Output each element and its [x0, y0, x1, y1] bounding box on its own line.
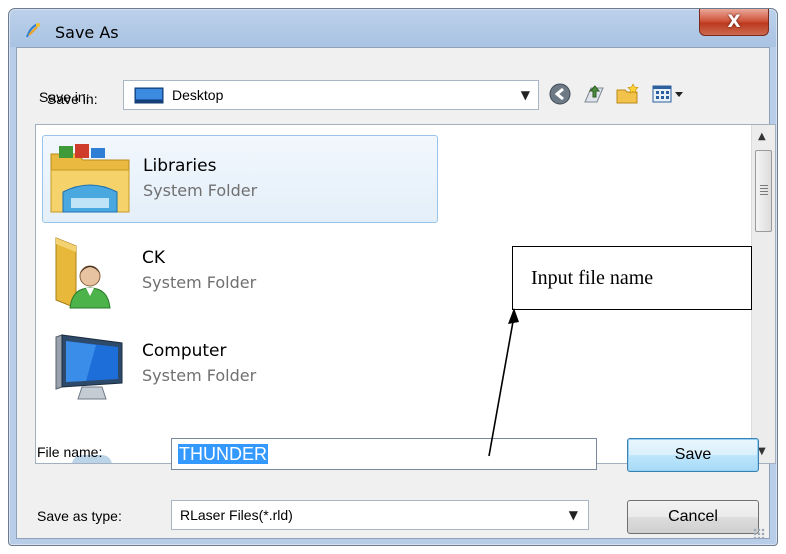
- new-folder-icon[interactable]: [615, 82, 641, 106]
- chevron-down-icon: ▼: [520, 88, 530, 102]
- close-icon: X: [727, 12, 741, 32]
- up-folder-icon[interactable]: [581, 82, 607, 106]
- scroll-down-icon[interactable]: ▼: [758, 446, 766, 457]
- save-in-dropdown[interactable]: Desktop ▼: [123, 80, 539, 110]
- view-menu-icon[interactable]: [651, 82, 687, 106]
- annotation-callout: Input file name: [512, 246, 752, 310]
- chevron-down-icon: ▼: [568, 508, 578, 522]
- save-in-value: Desktop: [172, 87, 224, 103]
- grip-icon: [760, 185, 768, 195]
- desktop-icon: [134, 87, 164, 104]
- save-button[interactable]: Save: [627, 438, 759, 472]
- computer-icon: [55, 334, 123, 400]
- resize-grip[interactable]: [753, 528, 765, 540]
- vertical-scrollbar[interactable]: ▲ ▼: [751, 125, 775, 463]
- save-as-type-value: RLaser Files(*.rld): [180, 507, 293, 523]
- list-item-ck[interactable]: CK System Folder: [42, 228, 438, 316]
- item-type: System Folder: [143, 181, 258, 200]
- libraries-folder-icon: [50, 144, 130, 213]
- app-icon: [26, 23, 40, 38]
- file-name-value: THUNDER: [178, 444, 268, 464]
- item-name: Computer: [142, 341, 227, 361]
- file-name-input[interactable]: THUNDER: [171, 438, 597, 470]
- item-name: Libraries: [143, 156, 217, 176]
- item-type: System Folder: [142, 366, 257, 385]
- user-folder-icon: [55, 237, 111, 309]
- back-icon[interactable]: [547, 82, 573, 106]
- item-name: CK: [142, 248, 166, 268]
- save-in-label-text: Save in:: [39, 89, 90, 105]
- list-item-computer[interactable]: Computer System Folder: [42, 321, 438, 409]
- save-as-type-label: Save as type:: [37, 508, 122, 524]
- file-name-label: File name:: [37, 444, 103, 460]
- list-item-libraries[interactable]: Libraries System Folder: [42, 135, 438, 223]
- window-title: Save As: [55, 23, 119, 42]
- close-button[interactable]: X: [699, 9, 769, 36]
- cancel-button[interactable]: Cancel: [627, 500, 759, 534]
- annotation-text: Input file name: [531, 267, 654, 289]
- scroll-thumb[interactable]: [755, 150, 772, 232]
- save-as-type-dropdown[interactable]: RLaser Files(*.rld) ▼: [171, 500, 589, 530]
- item-type: System Folder: [142, 273, 257, 292]
- scroll-up-icon[interactable]: ▲: [758, 131, 766, 142]
